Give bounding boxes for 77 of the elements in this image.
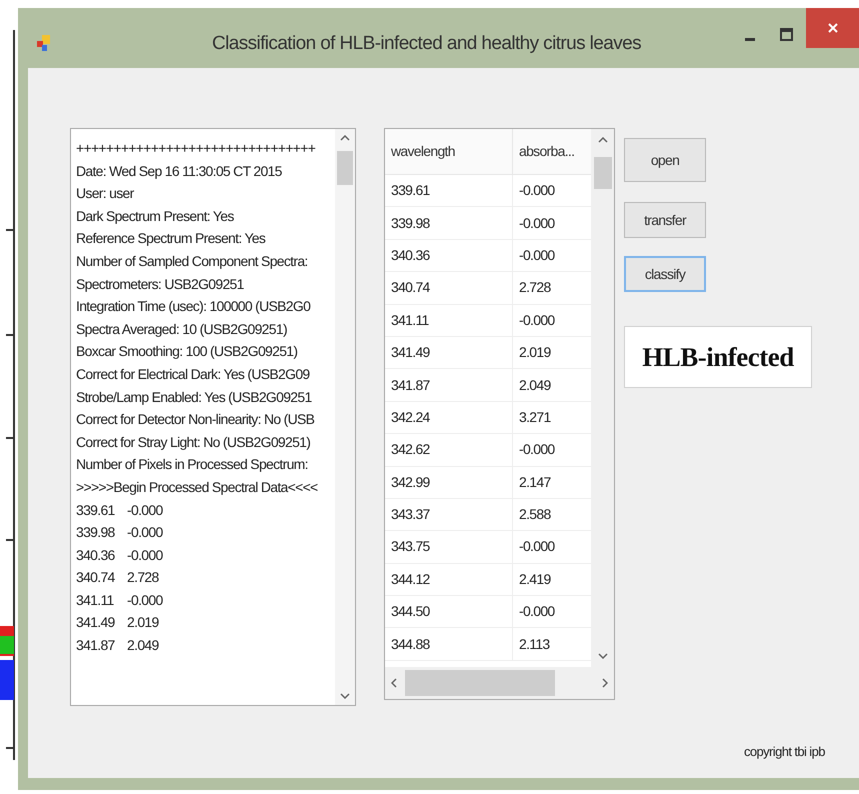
data-grid[interactable] xyxy=(384,128,615,700)
log-line: User: user xyxy=(76,184,134,204)
column-header[interactable]: wavelength xyxy=(385,129,513,174)
log-line: 339.61 -0.000 xyxy=(76,500,163,520)
table-cell-text: 2.147 xyxy=(518,472,552,492)
log-line: Integration Time (usec): 100000 (USB2G0 xyxy=(76,297,310,316)
copyright-text: copyright tbi ipb xyxy=(744,743,825,761)
log-line: 339.98 -0.000 xyxy=(76,523,163,542)
table-cell: 341.11 xyxy=(385,304,513,336)
table-cell: 341.87 xyxy=(385,369,513,401)
scroll-down-icon[interactable] xyxy=(598,653,608,659)
table-cell: 344.50 xyxy=(385,596,513,628)
table-cell-text: -0.000 xyxy=(518,214,556,233)
log-line: Number of Sampled Component Spectra: xyxy=(76,252,308,271)
table-cell-text: 2.113 xyxy=(518,634,550,654)
table-cell-text: 3.271 xyxy=(518,408,552,427)
table-cell-text: 2.588 xyxy=(518,505,552,524)
window-title: Classification of HLB-infected and healthy citrus leaves xyxy=(212,32,641,56)
table-cell-text: -0.000 xyxy=(518,181,556,200)
table-cell: 340.74 xyxy=(385,272,513,304)
table-cell-text: 2.728 xyxy=(518,278,552,298)
scroll-left-icon[interactable] xyxy=(391,678,397,688)
minimize-icon[interactable] xyxy=(745,38,755,42)
table-cell: 339.98 xyxy=(385,207,513,239)
log-line: Correct for Stray Light: No (USB2G09251) xyxy=(76,432,310,452)
scrollbar-thumb[interactable] xyxy=(405,670,555,696)
log-line: Spectrometers: USB2G09251 xyxy=(76,274,244,294)
table-cell-text: 2.049 xyxy=(518,376,552,395)
log-line: Dark Spectrum Present: Yes xyxy=(76,206,234,226)
scroll-up-icon[interactable] xyxy=(340,135,350,141)
result-label: HLB-infected xyxy=(624,326,812,388)
table-cell: 342.24 xyxy=(385,402,513,434)
log-line: Reference Spectrum Present: Yes xyxy=(76,229,266,248)
scrollbar-thumb[interactable] xyxy=(337,151,353,185)
table-cell-text: -0.000 xyxy=(518,602,556,622)
table-cell: 344.88 xyxy=(385,628,513,660)
close-icon xyxy=(828,23,838,33)
table-cell-text: -0.000 xyxy=(518,537,556,556)
scroll-down-icon[interactable] xyxy=(340,693,350,699)
log-line: 340.74 2.728 xyxy=(76,568,159,588)
table-cell: 342.62 xyxy=(385,434,513,466)
table-cell: 339.61 xyxy=(385,175,513,206)
table-cell-text: -0.000 xyxy=(518,310,556,330)
action-button[interactable]: transfer xyxy=(624,202,706,238)
action-button[interactable]: open xyxy=(624,138,706,182)
table-cell-text: -0.000 xyxy=(518,246,556,265)
log-line: ++++++++++++++++++++++++++++++++ xyxy=(76,139,316,158)
log-line: Correct for Detector Non-linearity: No (USB xyxy=(76,410,314,430)
log-line: Date: Wed Sep 16 11:30:05 CT 2015 xyxy=(76,162,282,181)
table-cell: 341.49 xyxy=(385,336,513,368)
log-line: Correct for Electrical Dark: Yes (USB2G09 xyxy=(76,364,310,384)
log-text-box[interactable] xyxy=(70,128,356,706)
table-cell: 343.37 xyxy=(385,498,513,530)
log-line: Spectra Averaged: 10 (USB2G09251) xyxy=(76,320,287,339)
log-line: >>>>>Begin Processed Spectral Data<<<< xyxy=(76,478,318,497)
table-cell: 344.12 xyxy=(385,564,513,596)
log-line: Boxcar Smoothing: 100 (USB2G09251) xyxy=(76,342,298,362)
log-line: 341.49 2.019 xyxy=(76,613,159,632)
scroll-right-icon[interactable] xyxy=(602,678,608,688)
column-header[interactable]: absorba... xyxy=(513,129,591,174)
scroll-up-icon[interactable] xyxy=(598,137,608,143)
log-line: 341.11 -0.000 xyxy=(76,590,163,610)
table-cell-text: -0.000 xyxy=(518,440,556,460)
log-line: Number of Pixels in Processed Spectrum: xyxy=(76,455,308,474)
table-cell: 340.36 xyxy=(385,240,513,272)
scrollbar-thumb[interactable] xyxy=(594,157,612,189)
log-line: Strobe/Lamp Enabled: Yes (USB2G09251 xyxy=(76,388,312,407)
action-button[interactable]: classify xyxy=(624,256,706,292)
app-icon xyxy=(36,34,52,52)
table-cell-text: 2.019 xyxy=(518,343,552,362)
log-line: 341.87 2.049 xyxy=(76,636,159,656)
table-cell: 343.75 xyxy=(385,531,513,563)
table-cell: 342.99 xyxy=(385,466,513,498)
maximize-icon[interactable] xyxy=(780,28,793,41)
table-cell-text: 2.419 xyxy=(518,570,552,589)
vertical-scrollbar[interactable] xyxy=(335,129,355,705)
log-line: 340.36 -0.000 xyxy=(76,546,163,565)
